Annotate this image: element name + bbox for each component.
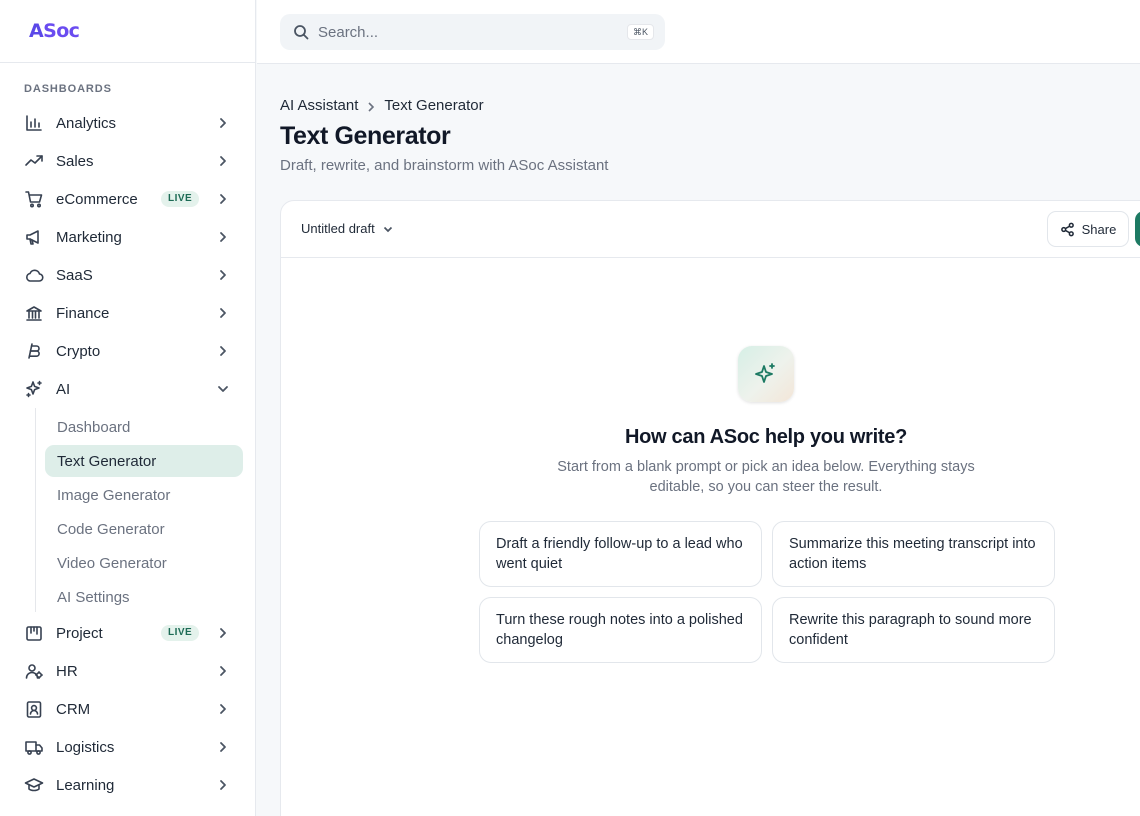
sidebar-subitem-code-generator[interactable]: Code Generator xyxy=(45,513,243,545)
draft-name: Untitled draft xyxy=(301,221,375,236)
chevron-right-icon xyxy=(216,778,230,792)
bar-chart-icon xyxy=(24,113,44,133)
trending-up-icon xyxy=(24,151,44,171)
bank-icon xyxy=(24,303,44,323)
sidebar-item-label: Analytics xyxy=(56,114,117,132)
live-badge: LIVE xyxy=(161,625,200,641)
share-button[interactable]: Share xyxy=(1047,211,1129,247)
chevron-right-icon xyxy=(216,230,230,244)
cart-icon xyxy=(24,189,44,209)
sidebar-item-finance[interactable]: Finance xyxy=(0,294,255,332)
sidebar-item-label: Learning xyxy=(56,776,115,794)
sidebar-subitem-image-generator[interactable]: Image Generator xyxy=(45,479,243,511)
chevron-right-icon xyxy=(216,740,230,754)
chevron-right-icon xyxy=(216,268,230,282)
sidebar-item-ecommerce[interactable]: eCommerce LIVE xyxy=(0,180,255,218)
megaphone-icon xyxy=(24,227,44,247)
sidebar-item-label: Marketing xyxy=(56,228,122,246)
sidebar-subitem-text-generator[interactable]: Text Generator xyxy=(45,445,243,477)
chevron-right-icon xyxy=(216,154,230,168)
sidebar-item-saas[interactable]: SaaS xyxy=(0,256,255,294)
sparkles-icon xyxy=(738,346,794,402)
sidebar-item-crm[interactable]: CRM xyxy=(0,690,255,728)
sidebar-item-marketing[interactable]: Marketing xyxy=(0,218,255,256)
sidebar-item-label: Sales xyxy=(56,152,94,170)
sidebar-item-label: eCommerce xyxy=(56,190,138,208)
search-icon xyxy=(294,25,309,40)
topbar: Search... ⌘K xyxy=(257,0,1140,64)
sidebar-subitem-dashboard[interactable]: Dashboard xyxy=(45,411,243,443)
sidebar-subitem-ai-settings[interactable]: AI Settings xyxy=(45,581,243,613)
sidebar-item-label: AI xyxy=(56,380,71,398)
users-icon xyxy=(24,661,44,681)
draft-selector[interactable]: Untitled draft xyxy=(301,221,394,236)
sidebar-section-label: DASHBOARDS xyxy=(24,83,112,95)
kanban-icon xyxy=(24,623,44,643)
page-subtitle: Draft, rewrite, and brainstorm with ASoc… xyxy=(280,157,609,174)
breadcrumb-current: Text Generator xyxy=(384,97,484,114)
logo-row: ASoc xyxy=(0,0,255,63)
chevron-right-icon xyxy=(216,664,230,678)
editor-toolbar: Untitled draft Share xyxy=(281,201,1140,258)
chevron-right-icon xyxy=(216,702,230,716)
prompt-suggestion[interactable]: Draft a friendly follow-up to a lead who… xyxy=(479,521,762,587)
editor-card: Untitled draft Share How can ASoc help y… xyxy=(280,200,1140,816)
prompt-suggestion[interactable]: Summarize this meeting transcript into a… xyxy=(772,521,1055,587)
sidebar-item-label: Finance xyxy=(56,304,110,322)
search-placeholder: Search... xyxy=(318,23,379,41)
cloud-icon xyxy=(24,265,44,285)
share-label: Share xyxy=(1081,221,1117,237)
bitcoin-icon xyxy=(24,341,44,361)
chevron-right-icon xyxy=(216,626,230,640)
chevron-right-icon xyxy=(216,116,230,130)
sidebar-item-crypto[interactable]: Crypto xyxy=(0,332,255,370)
brand-logo[interactable]: ASoc xyxy=(29,20,80,42)
prompt-suggestion[interactable]: Rewrite this paragraph to sound more con… xyxy=(772,597,1055,663)
truck-icon xyxy=(24,737,44,757)
sidebar-item-label: Logistics xyxy=(56,738,115,756)
chevron-down-icon xyxy=(383,226,392,232)
breadcrumb: AI Assistant Text Generator xyxy=(280,97,484,114)
sidebar-item-label: Project xyxy=(56,624,103,642)
shortcut-hint: ⌘K xyxy=(626,24,654,40)
chevron-down-icon xyxy=(216,382,230,396)
submenu-guide-line xyxy=(35,408,36,612)
graduation-cap-icon xyxy=(24,775,44,795)
sidebar-item-learning[interactable]: Learning xyxy=(0,766,255,804)
sidebar-item-label: Crypto xyxy=(56,342,101,360)
hero-description: Start from a blank prompt or pick an ide… xyxy=(557,459,975,495)
contact-icon xyxy=(24,699,44,719)
primary-action-button[interactable] xyxy=(1135,211,1140,247)
sidebar-item-project[interactable]: Project LIVE xyxy=(0,614,255,652)
sparkles-icon xyxy=(24,379,44,399)
share-icon xyxy=(1060,222,1074,236)
chevron-right-icon xyxy=(216,344,230,358)
live-badge: LIVE xyxy=(161,191,200,207)
prompt-suggestion[interactable]: Turn these rough notes into a polished c… xyxy=(479,597,762,663)
sidebar-item-ai[interactable]: AI xyxy=(0,370,255,408)
search-input[interactable]: Search... ⌘K xyxy=(280,14,665,50)
sidebar-item-logistics[interactable]: Logistics xyxy=(0,728,255,766)
chevron-right-icon xyxy=(216,306,230,320)
sidebar-subitem-video-generator[interactable]: Video Generator xyxy=(45,547,243,579)
sidebar-item-sales[interactable]: Sales xyxy=(0,142,255,180)
sidebar-item-hr[interactable]: HR xyxy=(0,652,255,690)
chevron-right-icon xyxy=(366,100,376,112)
sidebar: ASoc DASHBOARDS Analytics Sales eCommerc… xyxy=(0,0,256,816)
sidebar-item-label: CRM xyxy=(56,700,91,718)
chevron-right-icon xyxy=(216,192,230,206)
sidebar-item-label: HR xyxy=(56,662,78,680)
sidebar-item-label: SaaS xyxy=(56,266,93,284)
breadcrumb-parent[interactable]: AI Assistant xyxy=(280,97,358,114)
hero-title: How can ASoc help you write? xyxy=(624,426,907,448)
page-title: Text Generator xyxy=(280,122,451,150)
sidebar-item-analytics[interactable]: Analytics xyxy=(0,104,255,142)
